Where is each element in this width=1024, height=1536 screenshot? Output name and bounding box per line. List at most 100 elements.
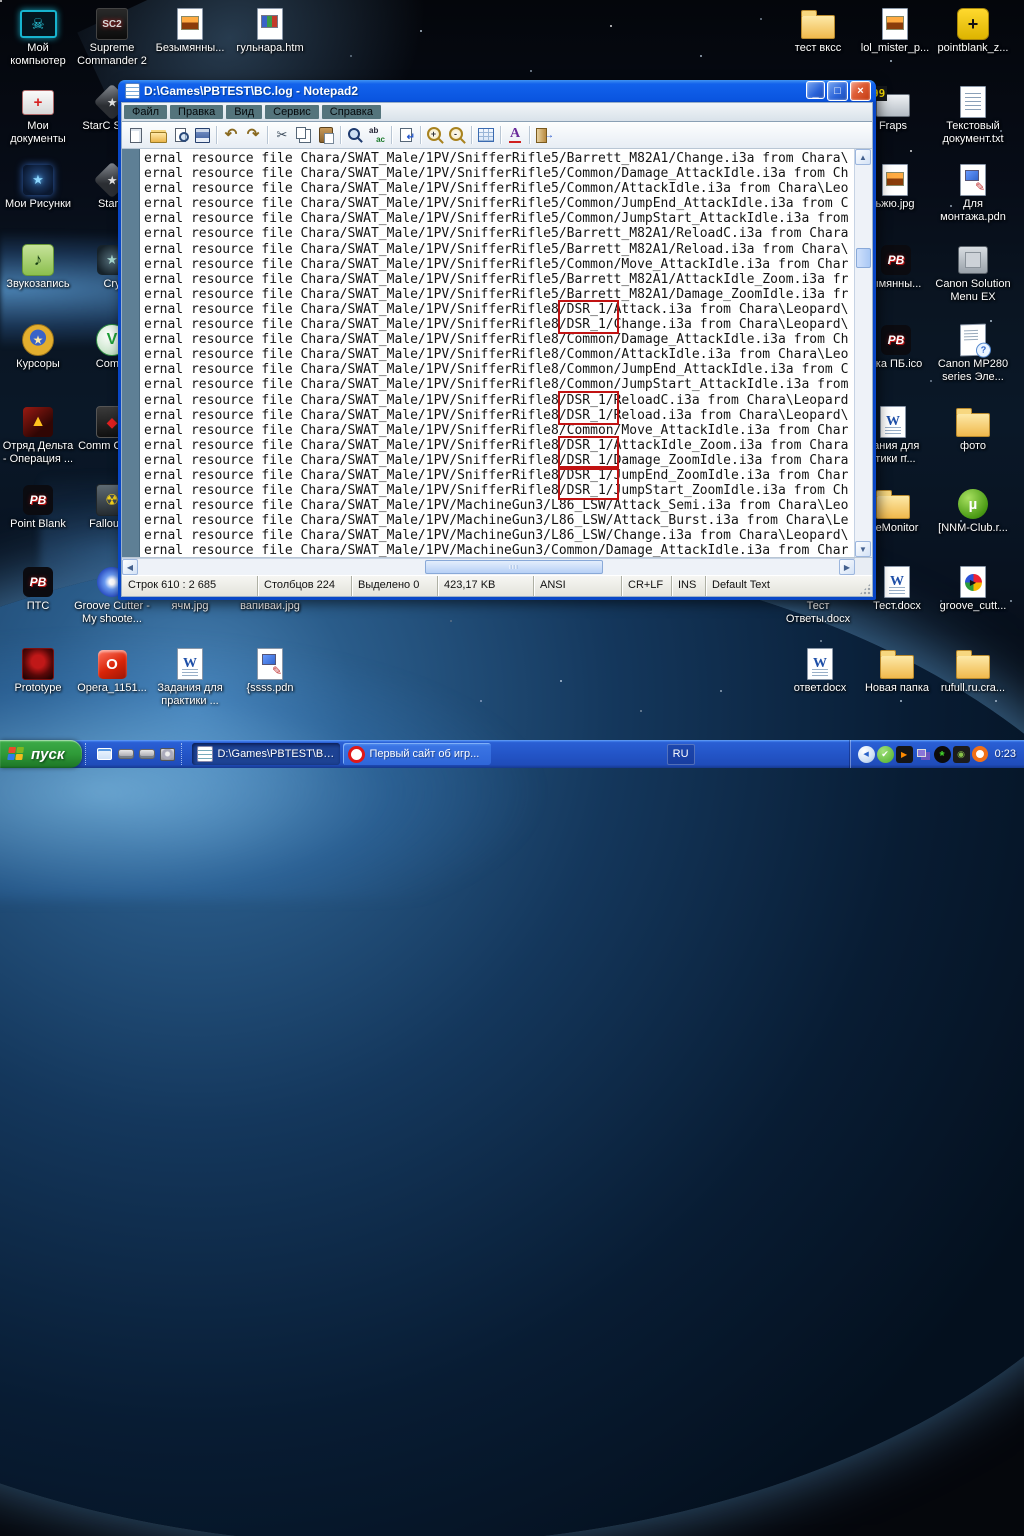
desktop-icon[interactable]: Для монтажа.pdn bbox=[935, 162, 1011, 224]
desktop-icon[interactable]: фото bbox=[935, 404, 1011, 453]
horizontal-scroll-track[interactable] bbox=[138, 559, 839, 575]
desktop-icon[interactable]: Новая папка bbox=[859, 646, 935, 695]
desktop-icon[interactable]: [NNM-Club.r... bbox=[935, 486, 1011, 535]
desktop-icon[interactable]: Opera_1151... bbox=[74, 646, 150, 695]
virtual-drive-2-icon[interactable] bbox=[137, 745, 156, 764]
desktop-icon-label: {ssss.pdn bbox=[246, 682, 293, 695]
menu-3[interactable]: Вид bbox=[226, 105, 262, 119]
start-button[interactable]: пуск bbox=[0, 740, 82, 768]
toolbar-separator bbox=[420, 126, 421, 144]
icon-wrap bbox=[23, 564, 53, 600]
taskbar-task[interactable]: Первый сайт об игр... bbox=[343, 743, 491, 765]
desktop-icon[interactable]: Задания для практики ... bbox=[152, 646, 228, 708]
paste-button[interactable] bbox=[315, 125, 337, 145]
horizontal-scrollbar[interactable] bbox=[122, 558, 855, 575]
maximize-button[interactable]: □ bbox=[827, 81, 848, 101]
network-tray-icon[interactable] bbox=[915, 746, 932, 763]
desktop-icon-label: lol_mister_p... bbox=[861, 42, 929, 55]
show-desktop-icon[interactable] bbox=[95, 745, 114, 764]
desktop-icon[interactable]: rufull.ru.cra... bbox=[935, 646, 1011, 695]
replace-button[interactable] bbox=[366, 125, 388, 145]
windows-logo-icon bbox=[7, 747, 26, 762]
scroll-right-button[interactable] bbox=[839, 559, 855, 575]
icon-wrap bbox=[880, 404, 906, 440]
desktop-icon-label: Звукозапись bbox=[6, 278, 69, 291]
log-text[interactable]: ernal resource file Chara/SWAT_Male/1PV/… bbox=[140, 149, 854, 557]
exit-button[interactable] bbox=[533, 125, 555, 145]
menu-1[interactable]: Файл bbox=[124, 105, 167, 119]
desktop-icon[interactable]: Prototype bbox=[0, 646, 76, 695]
disc-drive-icon[interactable] bbox=[158, 745, 177, 764]
find-button[interactable] bbox=[344, 125, 366, 145]
status-segment-7: INS bbox=[672, 576, 706, 596]
undo-button[interactable] bbox=[220, 125, 242, 145]
scroll-up-button[interactable] bbox=[855, 149, 871, 165]
desktop-icon[interactable]: ПТС bbox=[0, 564, 76, 613]
scroll-down-button[interactable] bbox=[855, 541, 871, 557]
desktop-icon-label: Задания для практики ... bbox=[152, 682, 228, 708]
desktop-icon[interactable]: Canon MP280 series Эле... bbox=[935, 322, 1011, 384]
folder-icon bbox=[880, 655, 914, 679]
download-ring-tray-icon[interactable] bbox=[972, 746, 988, 762]
desktop-icon[interactable]: {ssss.pdn bbox=[232, 646, 308, 695]
desktop-icon[interactable]: Отряд Дельта - Операция ... bbox=[0, 404, 76, 466]
copy-button[interactable] bbox=[293, 125, 315, 145]
desktop-icon[interactable]: Безымянны... bbox=[152, 6, 228, 55]
hide-icons-tray-icon[interactable] bbox=[858, 746, 875, 763]
desktop-icon[interactable]: Canon Solution Menu EX bbox=[935, 242, 1011, 304]
desktop-icon[interactable]: Мои документы bbox=[0, 84, 76, 146]
editor-area[interactable]: ernal resource file Chara/SWAT_Male/1PV/… bbox=[122, 149, 872, 558]
desktop-icon[interactable]: pointblank_z... bbox=[935, 6, 1011, 55]
desktop-icon[interactable]: гульнара.htm bbox=[232, 6, 308, 55]
minimize-button[interactable]: _ bbox=[806, 81, 825, 99]
razer-tray-icon[interactable] bbox=[934, 746, 951, 763]
desktop-icon[interactable]: Мой компьютер bbox=[0, 6, 76, 68]
scheme-config-button[interactable] bbox=[475, 125, 497, 145]
open-file-button[interactable] bbox=[147, 125, 169, 145]
menu-5[interactable]: Справка bbox=[322, 105, 381, 119]
browse-open-button[interactable] bbox=[169, 125, 191, 145]
media-player-tray-icon[interactable] bbox=[896, 746, 913, 763]
word-wrap-button[interactable] bbox=[395, 125, 417, 145]
save-file-button[interactable] bbox=[191, 125, 213, 145]
horizontal-scroll-thumb[interactable] bbox=[425, 560, 602, 574]
pb-icon bbox=[881, 245, 911, 275]
menu-2[interactable]: Правка bbox=[170, 105, 223, 119]
vertical-scroll-thumb[interactable] bbox=[856, 248, 871, 268]
desktop-icon[interactable]: ответ.docx bbox=[782, 646, 858, 695]
icon-wrap bbox=[960, 162, 986, 198]
titlebar[interactable]: D:\Games\PBTEST\BC.log - Notepad2 _□× bbox=[121, 80, 873, 102]
cut-button[interactable] bbox=[271, 125, 293, 145]
redo-button[interactable] bbox=[242, 125, 264, 145]
desktop-icon-label: ячм.jpg bbox=[172, 600, 209, 613]
desktop-icon[interactable]: lol_mister_p... bbox=[857, 6, 933, 55]
scroll-left-button[interactable] bbox=[122, 559, 138, 575]
desktop-icon[interactable]: Текстовый документ.txt bbox=[935, 84, 1011, 146]
new-file-button[interactable] bbox=[125, 125, 147, 145]
antivirus-tray-icon[interactable] bbox=[877, 746, 894, 763]
taskbar-task[interactable]: D:\Games\PBTEST\BC... bbox=[192, 743, 340, 765]
window-controls: _□× bbox=[806, 81, 871, 101]
desktop-icon[interactable]: groove_cutt... bbox=[935, 564, 1011, 613]
desktop-icon[interactable]: Supreme Commander 2 bbox=[74, 6, 150, 68]
nvidia-tray-icon[interactable] bbox=[953, 746, 970, 763]
desktop-icon[interactable]: Мои Рисунки bbox=[0, 162, 76, 211]
desktop-icon-label: Мои Рисунки bbox=[5, 198, 71, 211]
virtual-drive-1-icon[interactable] bbox=[116, 745, 135, 764]
desktop-icon-label: Текстовый документ.txt bbox=[935, 120, 1011, 146]
desktop-icon[interactable]: Point Blank bbox=[0, 482, 76, 531]
task-buttons: D:\Games\PBTEST\BC...Первый сайт об игр.… bbox=[192, 743, 491, 765]
zoom-out-button[interactable] bbox=[446, 125, 468, 145]
vertical-scroll-track[interactable] bbox=[855, 165, 872, 541]
close-button[interactable]: × bbox=[850, 81, 871, 101]
language-indicator[interactable]: RU bbox=[667, 744, 695, 765]
select-font-button[interactable] bbox=[504, 125, 526, 145]
desktop-icon[interactable]: Звукозапись bbox=[0, 242, 76, 291]
desktop-icon[interactable]: Курсоры bbox=[0, 322, 76, 371]
status-segment-4: 423,17 KB bbox=[438, 576, 534, 596]
vertical-scrollbar[interactable] bbox=[854, 149, 872, 557]
desktop-icon[interactable]: тест вксс bbox=[780, 6, 856, 55]
menu-4[interactable]: Сервис bbox=[265, 105, 319, 119]
taskbar-clock[interactable]: 0:23 bbox=[995, 748, 1016, 760]
zoom-in-button[interactable] bbox=[424, 125, 446, 145]
